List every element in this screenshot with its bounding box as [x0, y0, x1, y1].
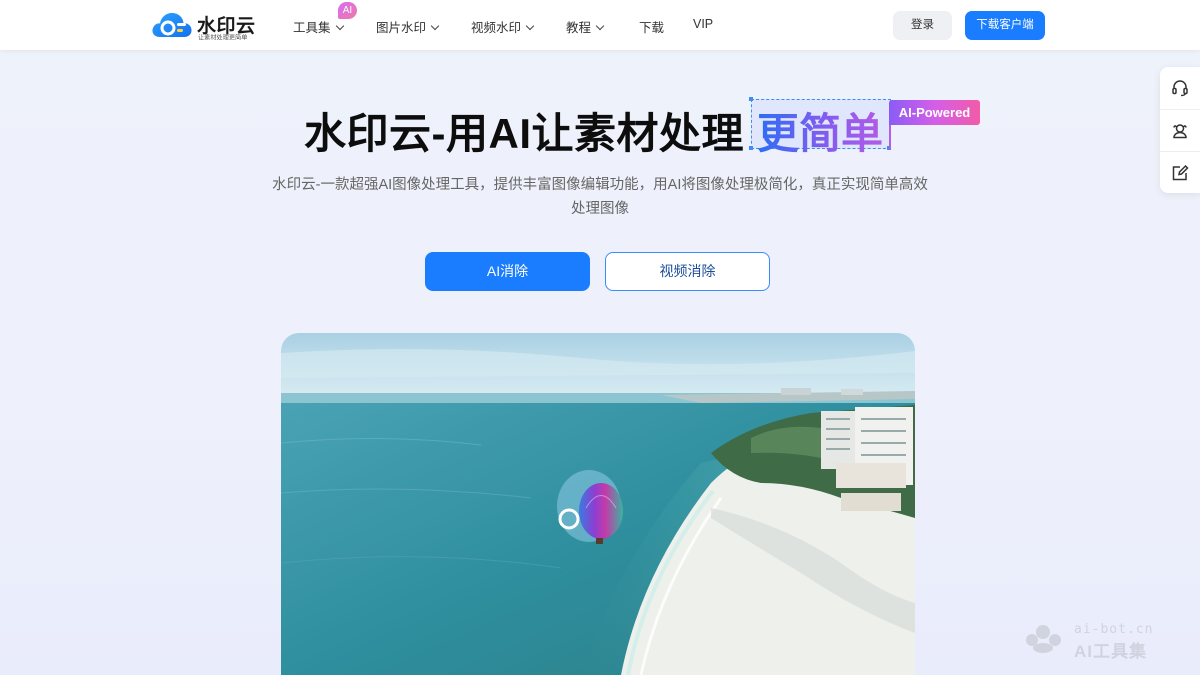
paw-logo-icon: [1026, 625, 1061, 653]
cloud-logo-icon: [152, 13, 192, 37]
chevron-down-icon: [595, 21, 605, 31]
ai-erase-button[interactable]: AI消除: [425, 252, 590, 291]
nav-item-vip[interactable]: VIP: [693, 17, 713, 31]
selection-handle: [749, 97, 753, 101]
hero-subtitle: 水印云-一款超强AI图像处理工具，提供丰富图像编辑功能，用AI将图像处理极简化，…: [272, 177, 928, 217]
watermark-name: AI工具集: [1074, 642, 1147, 661]
nav-item-label: 视频水印: [471, 21, 522, 35]
logo[interactable]: 水印云 让素材处理更简单: [150, 8, 260, 42]
download-client-button[interactable]: 下载客户端: [965, 11, 1045, 40]
watermark-url: ai-bot.cn: [1074, 622, 1154, 637]
chevron-down-icon: [335, 21, 344, 31]
top-navbar: 水印云 让素材处理更简单 工具集 AI 图片水印 视频水印 教程 下载 VIP …: [0, 0, 1200, 50]
nav-item-tutorial[interactable]: 教程: [566, 17, 605, 36]
nav-item-video-watermark[interactable]: 视频水印: [471, 17, 535, 36]
chevron-down-icon: [525, 21, 535, 31]
logo-tagline: 让素材处理更简单: [198, 34, 248, 42]
nav-item-label: 图片水印: [376, 21, 427, 35]
nav-item-tools[interactable]: 工具集: [293, 17, 344, 36]
hero-title: 水印云-用AI让素材处理: [304, 110, 744, 157]
customer-service-button[interactable]: [1160, 67, 1200, 108]
login-button[interactable]: 登录: [893, 11, 952, 40]
feedback-button[interactable]: [1160, 151, 1200, 193]
edit-icon: [1172, 164, 1189, 180]
nav-item-label: VIP: [693, 17, 714, 31]
site-watermark: ai-bot.cn AI工具集: [1020, 620, 1170, 661]
floating-sidebar: [1160, 67, 1200, 193]
nav-item-image-watermark[interactable]: 图片水印: [376, 17, 440, 36]
beach-scene-illustration: [281, 333, 915, 675]
community-button[interactable]: [1160, 109, 1200, 151]
video-erase-button[interactable]: 视频消除: [605, 252, 770, 291]
nav-item-label: 下载: [639, 21, 665, 35]
ai-badge: AI: [338, 2, 357, 19]
user-group-icon: [1173, 123, 1187, 138]
ai-powered-badge: AI-Powered: [889, 100, 980, 125]
nav-item-label: 教程: [566, 21, 592, 35]
selection-handle: [749, 146, 753, 150]
chevron-down-icon: [430, 21, 440, 31]
nav-item-label: 工具集: [293, 21, 331, 35]
hero-title-highlight: 更简单: [757, 100, 883, 161]
showcase-image: [281, 333, 915, 675]
nav-item-download[interactable]: 下载: [639, 17, 664, 36]
headset-icon: [1172, 79, 1188, 96]
